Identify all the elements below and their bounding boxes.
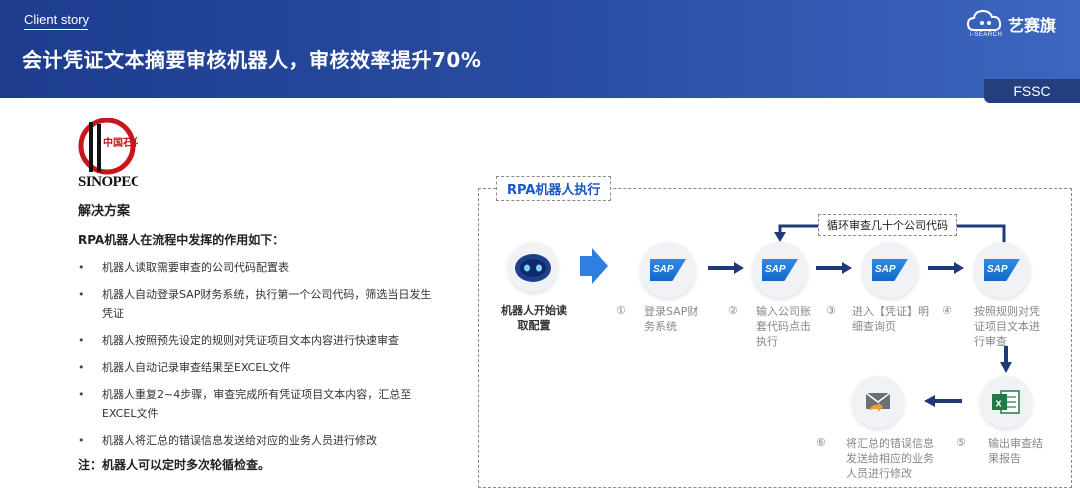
step-text-line: 行审查 xyxy=(974,335,1007,348)
robot-node xyxy=(508,242,558,292)
mail-node xyxy=(852,376,904,428)
step-text-line: 将汇总的错误信息 xyxy=(846,437,934,450)
bullet-item: 机器人按照预先设定的规则对凭证项目文本内容进行快速审查 xyxy=(78,331,438,350)
page-title: 会计凭证文本摘要审核机器人，审核效率提升70% xyxy=(22,48,482,72)
step-text-line: 务系统 xyxy=(644,320,677,333)
step-text-line: 输出审查结 xyxy=(988,437,1043,450)
step-number: ② xyxy=(728,304,738,317)
bullet-item: 机器人自动记录审查结果至EXCEL文件 xyxy=(78,358,438,377)
step-text-6: 将汇总的错误信息 发送给相应的业务 人员进行修改 xyxy=(846,436,934,481)
svg-text:x: x xyxy=(996,398,1003,410)
bullet-item: 机器人将汇总的错误信息发送给对应的业务人员进行修改 xyxy=(78,431,438,450)
flow-title: RPA机器人执行 xyxy=(496,176,612,201)
header-banner: Client story 会计凭证文本摘要审核机器人，审核效率提升70% 艺赛旗… xyxy=(0,0,1080,98)
bullet-item: 机器人重复2~4步骤，审查完成所有凭证项目文本内容，汇总至EXCEL文件 xyxy=(78,385,438,423)
robot-label-line: 取配置 xyxy=(517,319,551,332)
step-text-line: 果报告 xyxy=(988,452,1021,465)
step-text-line: 按照规则对凭 xyxy=(974,305,1040,318)
bullet-item: 机器人读取需要审查的公司代码配置表 xyxy=(78,258,438,277)
robot-icon xyxy=(515,254,551,282)
step-text-line: 证项目文本进 xyxy=(974,320,1040,333)
step-text-5: 输出审查结 果报告 xyxy=(988,436,1043,466)
isearch-logo: 艺赛旗 i-SEARCH xyxy=(966,6,1066,42)
step-number: ④ xyxy=(942,304,952,317)
step-text-line: 登录SAP财 xyxy=(644,305,699,318)
bullet-item: 机器人自动登录SAP财务系统，执行第一个公司代码，筛选当日发生凭证 xyxy=(78,285,438,323)
fssc-tag: FSSC xyxy=(984,79,1080,103)
step-text-1: 登录SAP财 务系统 xyxy=(644,304,698,334)
step-text-line: 人员进行修改 xyxy=(846,467,912,480)
robot-label: 机器人开始读 取配置 xyxy=(492,303,576,333)
step-text-line: 进入【凭证】明 xyxy=(852,305,929,318)
step-number: ① xyxy=(616,304,626,317)
sap-icon: SAP xyxy=(984,259,1020,281)
sap-icon: SAP xyxy=(650,259,686,281)
solution-subtitle: RPA机器人在流程中发挥的作用如下： xyxy=(78,233,285,247)
logo-subtext: i-SEARCH xyxy=(970,32,1003,38)
sap-icon: SAP xyxy=(762,259,798,281)
mail-icon xyxy=(865,392,891,412)
sap-icon: SAP xyxy=(872,259,908,281)
step-text-line: 细查询页 xyxy=(852,320,896,333)
step-number: ③ xyxy=(826,304,836,317)
sap-node-4: SAP xyxy=(974,242,1030,298)
step-text-line: 输入公司账 xyxy=(756,305,811,318)
note-text: 注：机器人可以定时多次轮循检查。 xyxy=(78,458,271,472)
excel-icon: x xyxy=(992,390,1020,414)
sinopec-logo: 中国石化 SINOPEC xyxy=(78,118,138,190)
step-number: ⑥ xyxy=(816,436,826,449)
excel-node: x xyxy=(980,376,1032,428)
solution-title: 解决方案 xyxy=(78,204,131,219)
step-text-line: 套代码点击 xyxy=(756,320,811,333)
sap-node-2: SAP xyxy=(752,242,808,298)
loop-label: 循环审查几十个公司代码 xyxy=(818,214,957,236)
step-text-line: 发送给相应的业务 xyxy=(846,452,934,465)
step-text-2: 输入公司账 套代码点击 执行 xyxy=(756,304,811,349)
step-text-4: 按照规则对凭 证项目文本进 行审查 xyxy=(974,304,1040,349)
step-text-line: 执行 xyxy=(756,335,778,348)
step-number: ⑤ xyxy=(956,436,966,449)
robot-label-line: 机器人开始读 xyxy=(501,304,567,317)
client-story-label: Client story xyxy=(24,12,89,30)
logo-text: 艺赛旗 xyxy=(1008,16,1057,35)
step-text-3: 进入【凭证】明 细查询页 xyxy=(852,304,929,334)
sap-node-1: SAP xyxy=(640,242,696,298)
sap-node-3: SAP xyxy=(862,242,918,298)
logo-chinese-text: 中国石化 xyxy=(103,136,138,149)
solution-bullets: 机器人读取需要审查的公司代码配置表 机器人自动登录SAP财务系统，执行第一个公司… xyxy=(78,258,438,458)
logo-sinopec-text: SINOPEC xyxy=(78,174,138,190)
